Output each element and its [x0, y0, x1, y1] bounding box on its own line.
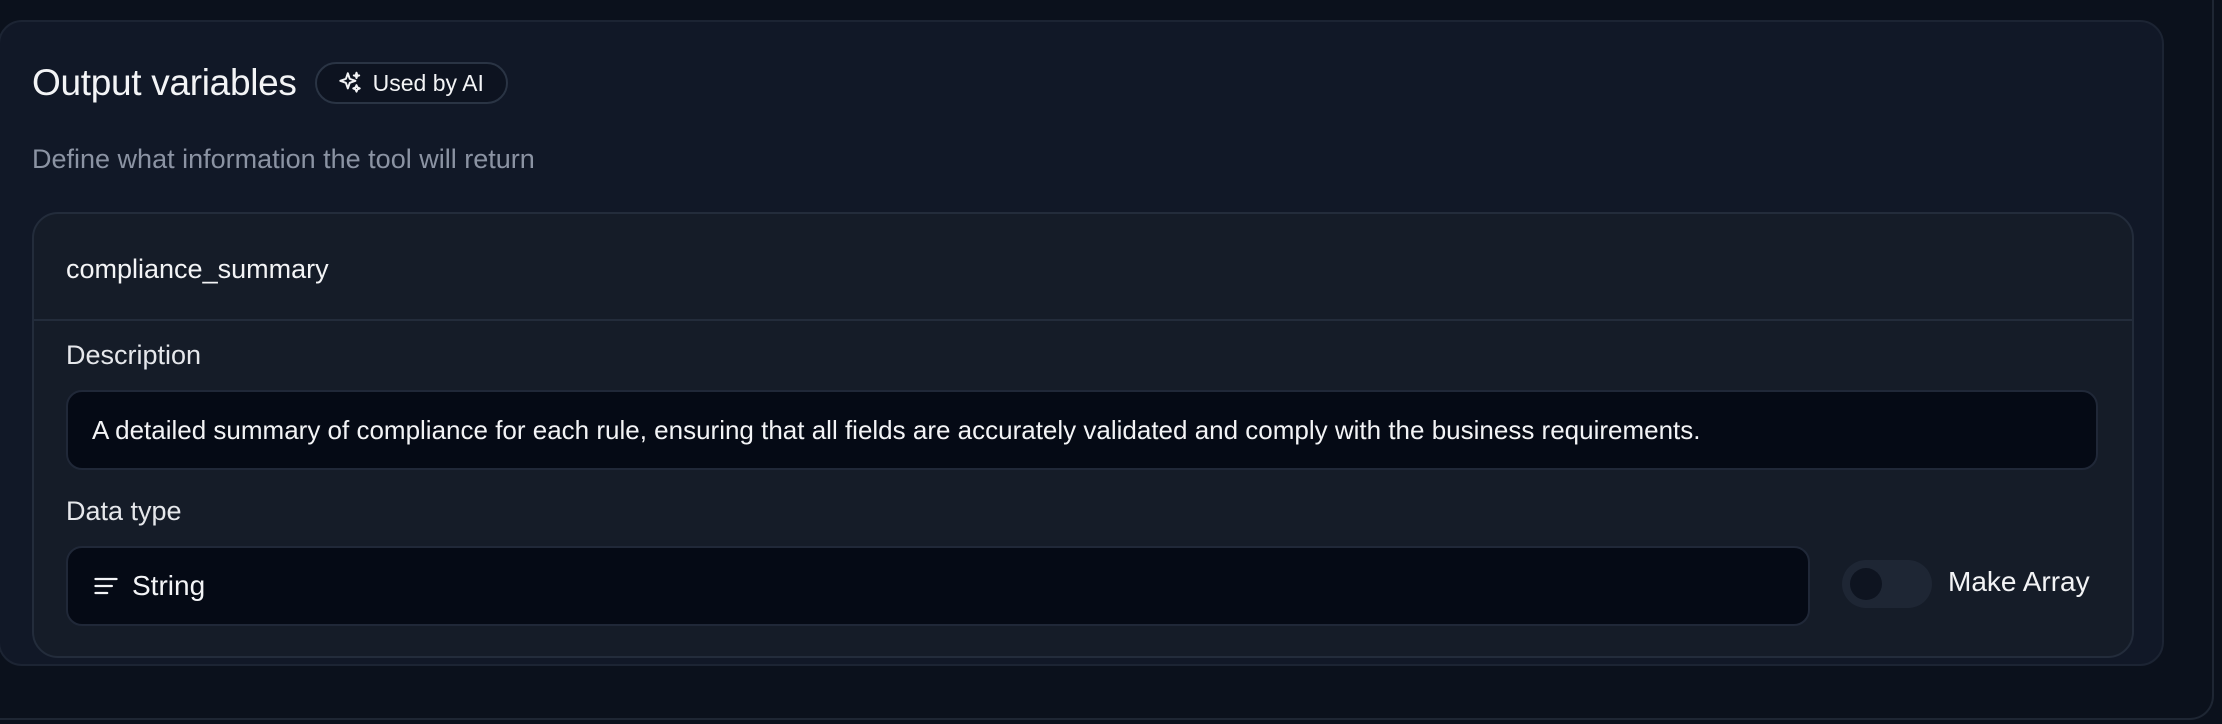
section-header: Output variables Used by AI [32, 62, 508, 104]
used-by-ai-badge: Used by AI [314, 62, 508, 104]
data-type-label: Data type [66, 496, 182, 526]
section-subtitle: Define what information the tool will re… [32, 144, 535, 174]
make-array-label: Make Array [1948, 566, 2090, 597]
sparkles-icon [338, 71, 361, 93]
data-type-select[interactable]: String [66, 546, 1810, 626]
section-title: Output variables [32, 62, 297, 103]
make-array-toggle[interactable] [1842, 560, 1932, 608]
output-variables-panel: Output variables Used by AI Define what … [0, 20, 2164, 666]
data-type-value: String [132, 570, 206, 601]
variable-name[interactable]: compliance_summary [66, 254, 329, 285]
text-lines-icon [94, 577, 118, 595]
card-divider [34, 319, 2132, 321]
badge-label: Used by AI [372, 69, 484, 96]
description-label: Description [66, 340, 202, 370]
toggle-knob [1850, 568, 1882, 600]
description-field[interactable]: A detailed summary of compliance for eac… [66, 390, 2098, 470]
output-variable-card: compliance_summary Description A detaile… [32, 212, 2134, 658]
